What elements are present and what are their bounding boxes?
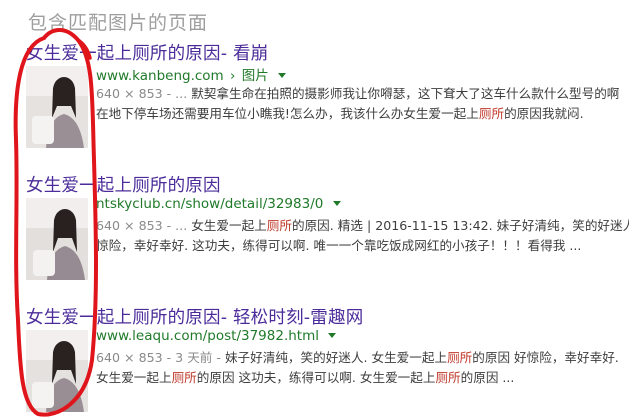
snippet-line: 女生爱一起上厕所的原因 这功夫，练得可以啊. 女生爱一起上厕所的原因 ...	[96, 368, 629, 388]
image-meta: 640 × 853 - ...	[96, 86, 188, 101]
image-search-results-page: 包含匹配图片的页面 女生爱一起上厕所的原因- 看崩 www.kanbeng.co…	[0, 0, 639, 417]
url-text: www.leaqu.com/post/37982.html	[96, 328, 319, 344]
image-meta: 640 × 853 - 3 天前 -	[96, 350, 225, 365]
snippet-text: 在地下停车场还需要用车位小瞧我!怎么办，我该什么办女生爱一起上	[96, 106, 479, 121]
snippet-text: 的原因 好惊险，幸好幸好.	[472, 350, 619, 365]
result-thumbnail-image[interactable]	[26, 330, 88, 412]
snippet-text: 女生爱一起上	[187, 218, 267, 233]
snippet-text: 女生爱一起上	[96, 370, 172, 385]
snippet-highlight: 厕所	[266, 218, 292, 233]
snippet-text: 的原因我就闷.	[504, 106, 584, 121]
result-title-link[interactable]: 女生爱一起上厕所的原因	[26, 172, 221, 197]
snippet-highlight: 厕所	[478, 106, 505, 121]
snippet-line: 惊险，幸好幸好. 这功夫，练得可以啊. 唯一一个靠吃饭成网红的小孩子！！！看得我…	[96, 238, 582, 253]
url-text: ntskyclub.cn/show/detail/32983/0	[96, 196, 324, 212]
result-title-link[interactable]: 女生爱一起上厕所的原因- 看崩	[26, 40, 268, 65]
result-url[interactable]: ntskyclub.cn/show/detail/32983/0	[96, 196, 341, 212]
result-url[interactable]: www.leaqu.com/post/37982.html	[96, 328, 337, 344]
snippet-line: 在地下停车场还需要用车位小瞧我!怎么办，我该什么办女生爱一起上厕所的原因我就闷.	[96, 104, 629, 124]
result-title-link[interactable]: 女生爱一起上厕所的原因- 轻松时刻-雷趣网	[26, 304, 363, 329]
snippet-text: 默契拿生命在拍照的摄影师我让你嘚瑟，这下耷大了这车什么款什么型号的啊	[187, 86, 620, 101]
snippet-line: 640 × 853 - 3 天前 - 妹子好清纯，笑的好迷人. 女生爱一起上厕所…	[96, 348, 629, 368]
snippet-highlight: 厕所	[171, 370, 197, 385]
url-breadcrumb-link[interactable]: 图片	[242, 68, 269, 84]
snippet-line: 640 × 853 - ... 女生爱一起上厕所的原因. 精选 | 2016-1…	[96, 216, 629, 236]
result-snippet: 640 × 853 - ... 女生爱一起上厕所的原因. 精选 | 2016-1…	[96, 216, 629, 256]
snippet-text: 妹子好清纯，笑的好迷人. 女生爱一起上	[224, 350, 448, 365]
section-heading: 包含匹配图片的页面	[28, 12, 209, 34]
dropdown-arrow-icon[interactable]	[278, 73, 287, 78]
dropdown-arrow-icon[interactable]	[328, 333, 337, 338]
result-url[interactable]: www.kanbeng.com › 图片	[96, 64, 287, 84]
image-meta: 640 × 853 - ...	[96, 218, 188, 233]
result-snippet: 640 × 853 - 3 天前 - 妹子好清纯，笑的好迷人. 女生爱一起上厕所…	[96, 348, 629, 388]
snippet-highlight: 厕所	[435, 370, 461, 385]
snippet-line: 640 × 853 - ... 默契拿生命在拍照的摄影师我让你嘚瑟，这下耷大了这…	[96, 84, 629, 104]
snippet-text: 的原因 ...	[460, 370, 515, 385]
result-snippet: 640 × 853 - ... 默契拿生命在拍照的摄影师我让你嘚瑟，这下耷大了这…	[96, 84, 629, 124]
snippet-highlight: 厕所	[447, 350, 473, 365]
dropdown-arrow-icon[interactable]	[332, 201, 341, 206]
result-thumbnail-image[interactable]	[26, 198, 88, 280]
snippet-text: 的原因. 精选 | 2016-11-15 13:42. 妹子好清纯，笑的好迷人.…	[291, 218, 629, 233]
url-separator: ›	[230, 68, 236, 84]
url-domain: www.kanbeng.com	[96, 68, 224, 84]
result-thumbnail-image[interactable]	[26, 66, 88, 148]
snippet-text: 的原因 这功夫，练得可以啊. 女生爱一起上	[196, 370, 436, 385]
